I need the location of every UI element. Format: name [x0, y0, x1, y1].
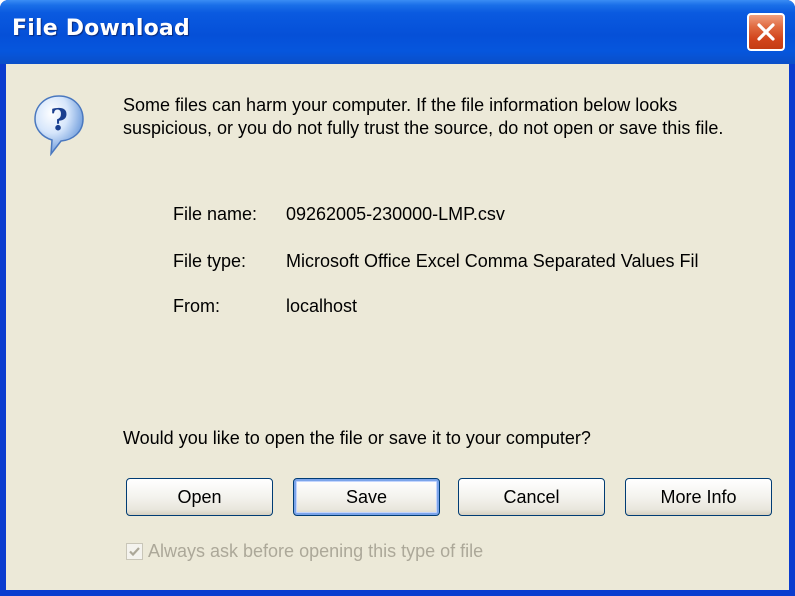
close-icon — [757, 23, 775, 41]
open-button[interactable]: Open — [126, 478, 273, 516]
always-ask-checkbox[interactable] — [126, 543, 143, 560]
question-icon: ? — [34, 95, 84, 156]
dialog-body: ? Some files can harm your computer. If … — [6, 64, 789, 590]
file-name-label: File name: — [173, 204, 258, 224]
more-info-button[interactable]: More Info — [625, 478, 772, 516]
file-name-value: 09262005-230000-LMP.csv — [286, 204, 505, 224]
checkmark-icon — [129, 547, 140, 557]
svg-text:?: ? — [50, 103, 68, 138]
file-type-value: Microsoft Office Excel Comma Separated V… — [286, 251, 699, 271]
cancel-button[interactable]: Cancel — [458, 478, 605, 516]
file-from-label: From: — [173, 296, 220, 316]
file-from-value: localhost — [286, 296, 358, 316]
save-button[interactable]: Save — [293, 478, 440, 516]
title-bar[interactable]: File Download — [0, 0, 795, 64]
warning-message: Some files can harm your computer. If th… — [123, 95, 724, 138]
file-type-label: File type: — [173, 251, 247, 271]
close-button[interactable] — [747, 13, 785, 51]
window-title: File Download — [12, 16, 190, 41]
always-ask-label: Always ask before opening this type of f… — [148, 541, 484, 561]
question-message: Would you like to open the file or save … — [123, 428, 591, 448]
file-download-dialog: File Download ? Some files can harm your… — [0, 0, 795, 596]
